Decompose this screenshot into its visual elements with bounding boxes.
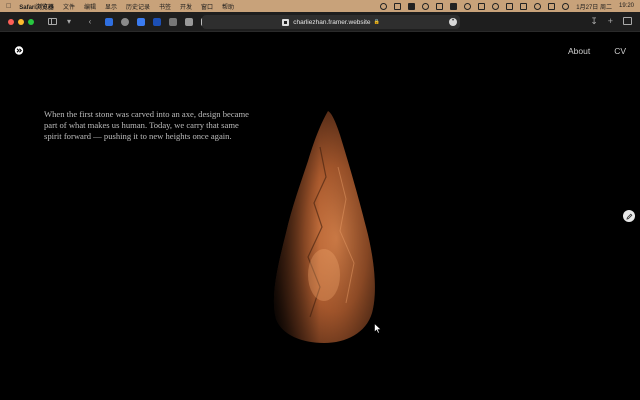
sidebar-toggle-button[interactable] [46, 16, 58, 28]
site-favicon-icon [282, 18, 290, 26]
extension-translate-icon[interactable] [137, 17, 145, 26]
menu-bookmarks[interactable]: 书签 [159, 2, 171, 11]
control-center-icon[interactable] [548, 2, 556, 10]
wifi-icon[interactable] [492, 2, 500, 10]
menu-window[interactable]: 窗口 [201, 2, 213, 11]
browser-toolbar: ▾ ‹ charliezhan.framer.website 🔒 • ↧ + [0, 12, 640, 32]
window-controls [8, 18, 34, 25]
status-n-icon[interactable] [408, 2, 416, 10]
menu-develop[interactable]: 开发 [180, 2, 192, 11]
status-icons: 1月27日 周二 19:20 [380, 2, 634, 11]
nav-about-link[interactable]: About [568, 46, 590, 56]
input-source-icon[interactable] [506, 2, 514, 10]
minimize-window-button[interactable] [18, 18, 24, 25]
menu-view[interactable]: 显示 [105, 2, 117, 11]
pencil-icon [625, 213, 632, 220]
menu-history[interactable]: 历史记录 [126, 2, 150, 11]
nav-cv-link[interactable]: CV [614, 46, 626, 56]
tab-group-dropdown[interactable]: ▾ [63, 16, 75, 28]
close-window-button[interactable] [8, 18, 14, 25]
hero-text: When the first stone was carved into an … [44, 109, 249, 142]
address-bar[interactable]: charliezhan.framer.website 🔒 • [202, 15, 460, 29]
zoom-window-button[interactable] [28, 18, 34, 25]
chevron-down-icon: ▾ [66, 17, 71, 26]
bluetooth-icon[interactable] [464, 2, 472, 10]
menu-date[interactable]: 1月27日 周二 [576, 2, 612, 11]
tab-overview-icon[interactable] [623, 17, 632, 25]
download-icon[interactable]: ↧ [590, 16, 598, 27]
extension-bitwarden-icon[interactable] [153, 17, 161, 26]
siri-icon[interactable] [562, 2, 570, 10]
battery-icon[interactable] [478, 2, 486, 10]
extension-bird-icon[interactable] [169, 17, 177, 26]
site-logo[interactable] [14, 46, 24, 55]
back-chevron-icon: ‹ [88, 17, 92, 26]
edit-page-button[interactable] [623, 210, 635, 222]
status-record-icon[interactable] [380, 2, 388, 10]
apple-icon[interactable]:  [6, 3, 11, 10]
macos-menu-bar:  Safari浏览器 文件 编辑 显示 历史记录 书签 开发 窗口 帮助 1月… [0, 0, 640, 12]
back-button[interactable]: ‹ [84, 16, 96, 28]
spotlight-search-icon[interactable] [534, 2, 542, 10]
lock-icon: 🔒 [373, 19, 380, 25]
stone-axe-image [273, 111, 375, 343]
extension-shield-icon[interactable] [121, 17, 129, 26]
address-bar-url[interactable]: charliezhan.framer.website [293, 19, 370, 26]
status-wechat-icon[interactable] [436, 2, 444, 10]
extension-arc-icon[interactable] [105, 17, 113, 26]
menu-time[interactable]: 19:20 [619, 3, 634, 9]
menu-app-name[interactable]: Safari浏览器 [19, 2, 54, 11]
display-icon[interactable] [520, 2, 528, 10]
site-nav: About CV [568, 46, 626, 56]
menu-edit[interactable]: 编辑 [84, 2, 96, 11]
status-menu-icon[interactable] [450, 2, 458, 10]
mouse-cursor-icon [374, 323, 382, 334]
web-page: About CV When the first stone was carved… [0, 33, 640, 400]
extension-character-icon[interactable] [185, 17, 193, 26]
status-clock-icon[interactable] [422, 2, 430, 10]
toolbar-right-buttons: ↧ + [590, 16, 632, 27]
menu-help[interactable]: 帮助 [222, 2, 234, 11]
menu-file[interactable]: 文件 [63, 2, 75, 11]
more-options-icon[interactable]: • [449, 18, 457, 26]
sidebar-toggle-icon [47, 18, 57, 25]
plus-icon[interactable]: + [608, 16, 613, 27]
status-app-icon[interactable] [394, 2, 402, 10]
